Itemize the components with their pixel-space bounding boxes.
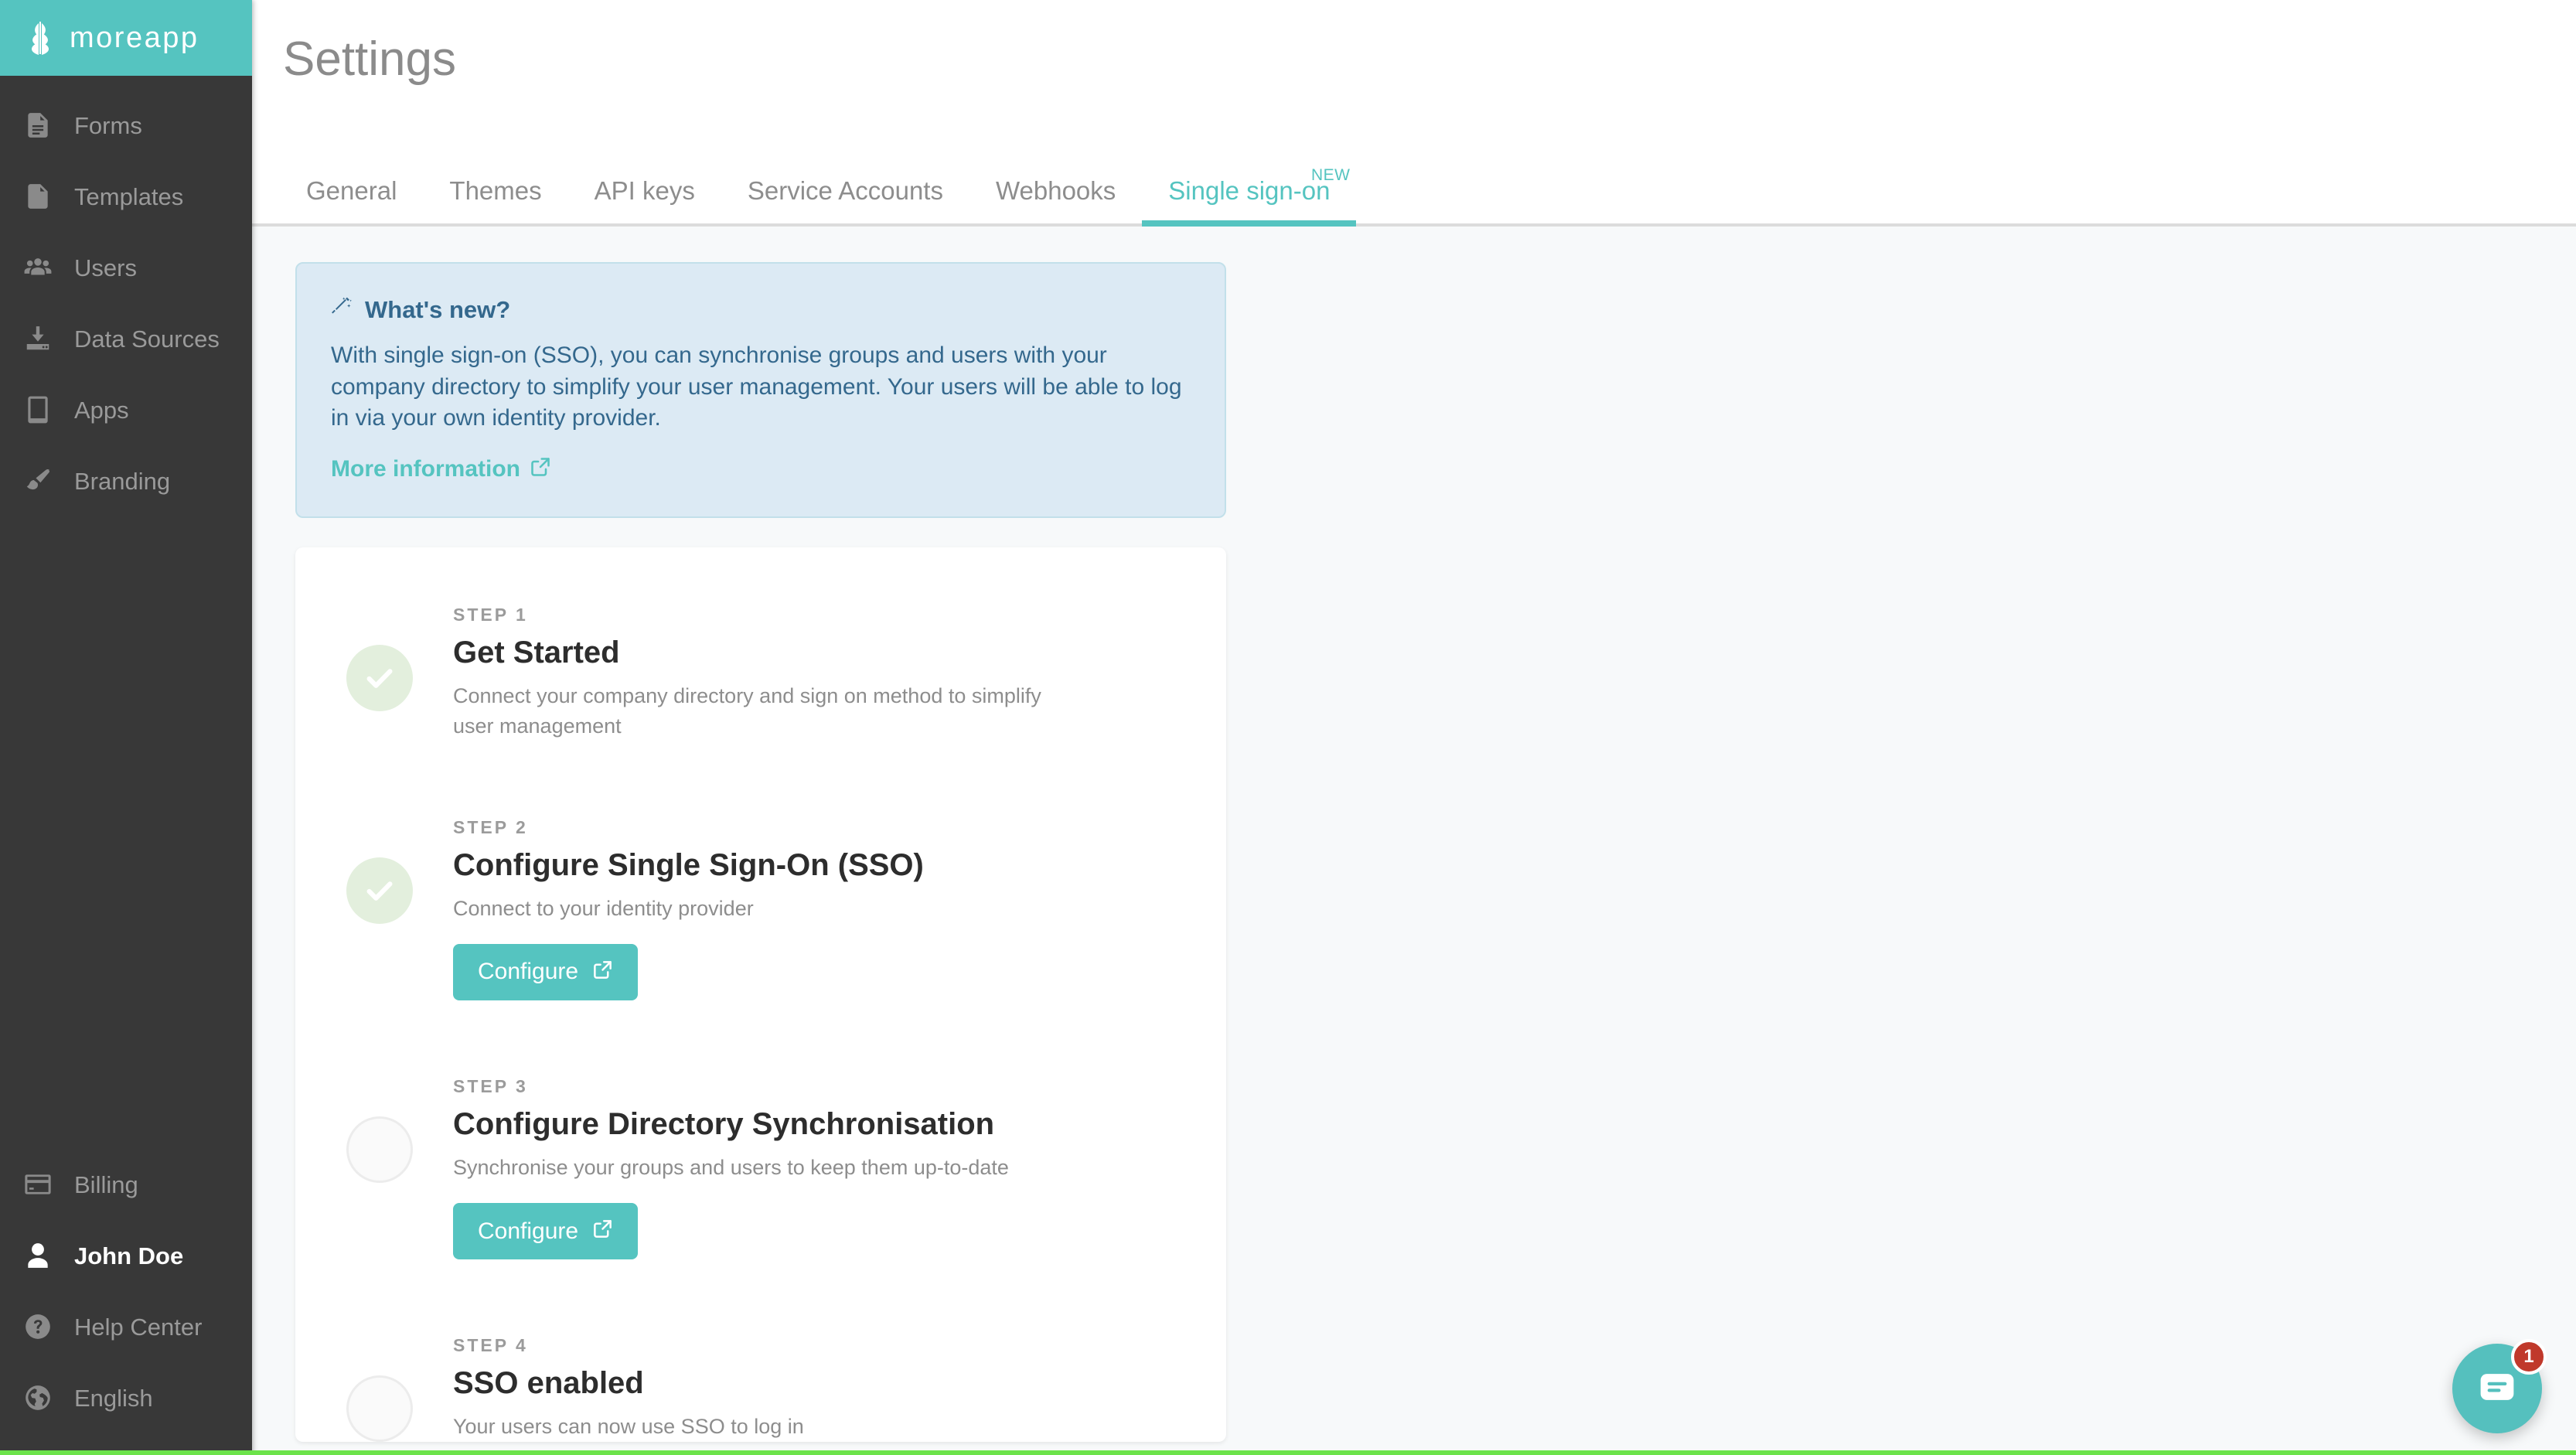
step-title: Configure Single Sign-On (SSO): [453, 847, 924, 882]
download-tray-icon: [22, 322, 54, 355]
sidebar-item-label: Data Sources: [74, 325, 220, 353]
sidebar-item-forms[interactable]: Forms: [0, 90, 252, 161]
step-description: Connect your company directory and sign …: [453, 683, 1041, 738]
globe-icon: [22, 1382, 54, 1414]
configure-sso-button[interactable]: Configure: [453, 943, 639, 1000]
tab-label: General: [306, 176, 397, 205]
magic-wand-icon: [331, 296, 354, 323]
step-description: Connect to your identity provider: [453, 896, 754, 920]
sidebar-item-john-doe[interactable]: John Doe: [0, 1220, 252, 1291]
tab-webhooks[interactable]: Webhooks: [969, 178, 1142, 223]
step-kicker: STEP 4: [453, 1335, 528, 1356]
sidebar-item-label: Billing: [74, 1170, 138, 1198]
chat-launcher-button[interactable]: 1: [2452, 1339, 2547, 1433]
sidebar-item-label: Help Center: [74, 1313, 203, 1341]
step-kicker: STEP 2: [453, 816, 528, 837]
tab-label: Service Accounts: [747, 176, 943, 205]
step-body: STEP 1 Get Started Connect your company …: [453, 605, 1072, 741]
sidebar-bottom-nav: Billing John Doe Help Center English: [0, 1149, 252, 1455]
step-description: Your users can now use SSO to log in: [453, 1415, 804, 1439]
tab-general[interactable]: General: [280, 178, 423, 223]
tab-label: Themes: [449, 176, 542, 205]
users-group-icon: [22, 251, 54, 284]
document-lines-icon: [22, 109, 54, 141]
sidebar-item-apps[interactable]: Apps: [0, 374, 252, 445]
sidebar-item-label: Apps: [74, 396, 129, 424]
step-kicker: STEP 3: [453, 1075, 528, 1096]
chat-bubble-icon: [2476, 1366, 2518, 1412]
whats-new-title: What's new?: [365, 296, 511, 323]
new-badge: NEW: [1310, 166, 1351, 184]
brand-header[interactable]: moreapp: [0, 0, 252, 76]
question-circle-icon: [22, 1310, 54, 1343]
sidebar-item-help-center[interactable]: Help Center: [0, 1291, 252, 1362]
tab-themes[interactable]: Themes: [423, 178, 567, 223]
step-description: Synchronise your groups and users to kee…: [453, 1155, 1009, 1179]
tab-label: Webhooks: [995, 176, 1116, 205]
step-title: Get Started: [453, 635, 620, 670]
settings-tab-bar: General Themes API keys Service Accounts…: [280, 167, 1357, 227]
more-information-label: More information: [331, 455, 520, 482]
chat-unread-badge: 1: [2511, 1339, 2547, 1375]
sidebar-item-billing[interactable]: Billing: [0, 1149, 252, 1220]
empty-circle-icon: [346, 1116, 413, 1183]
step-item: STEP 1 Get Started Connect your company …: [295, 605, 1226, 741]
credit-card-icon: [22, 1168, 54, 1201]
user-icon: [22, 1239, 54, 1272]
whats-new-banner: What's new? With single sign-on (SSO), y…: [295, 262, 1226, 518]
sidebar: moreapp Forms Templates Users Data Sourc…: [0, 0, 252, 1455]
page-title: Settings: [283, 32, 457, 86]
tab-single-sign-on[interactable]: Single sign-on NEW: [1142, 167, 1357, 227]
sidebar-item-label: Users: [74, 254, 137, 281]
leaf-icon: [23, 20, 57, 56]
sidebar-item-label: Forms: [74, 111, 142, 139]
page-header: Settings General Themes API keys Service…: [252, 0, 2576, 227]
step-item: STEP 4 SSO enabled Your users can now us…: [295, 1335, 1226, 1443]
sso-content: What's new? With single sign-on (SSO), y…: [252, 227, 2576, 1443]
whats-new-header: What's new?: [331, 296, 1191, 323]
sidebar-item-users[interactable]: Users: [0, 232, 252, 303]
configure-button-label: Configure: [478, 959, 579, 985]
step-body: STEP 2 Configure Single Sign-On (SSO) Co…: [453, 817, 924, 1000]
more-information-link[interactable]: More information: [331, 456, 551, 482]
sidebar-item-templates[interactable]: Templates: [0, 161, 252, 232]
external-link-icon: [592, 959, 613, 985]
empty-circle-icon: [346, 1375, 413, 1443]
page-load-progress-bar: [0, 1450, 2576, 1455]
external-link-icon: [530, 456, 551, 482]
whats-new-body: With single sign-on (SSO), you can synch…: [331, 342, 1182, 431]
step-body: STEP 3 Configure Directory Synchronisati…: [453, 1075, 1009, 1260]
sidebar-item-label: English: [74, 1384, 153, 1412]
brand-name: moreapp: [70, 22, 199, 54]
sidebar-item-label: John Doe: [74, 1242, 184, 1269]
step-kicker: STEP 1: [453, 604, 528, 625]
sidebar-primary-nav: Forms Templates Users Data Sources Apps: [0, 76, 252, 516]
sidebar-item-label: Templates: [74, 182, 184, 210]
document-blank-icon: [22, 180, 54, 213]
configure-directory-sync-button[interactable]: Configure: [453, 1203, 639, 1260]
step-body: STEP 4 SSO enabled Your users can now us…: [453, 1335, 804, 1442]
tab-api-keys[interactable]: API keys: [568, 178, 721, 223]
main-content-area: Settings General Themes API keys Service…: [252, 0, 2576, 1455]
tab-label: Single sign-on: [1168, 176, 1331, 205]
sidebar-item-data-sources[interactable]: Data Sources: [0, 303, 252, 374]
tablet-icon: [22, 394, 54, 426]
step-title: SSO enabled: [453, 1366, 644, 1401]
sso-steps-card: STEP 1 Get Started Connect your company …: [295, 547, 1226, 1443]
external-link-icon: [592, 1218, 613, 1244]
sidebar-item-language[interactable]: English: [0, 1362, 252, 1433]
check-icon: [346, 644, 413, 711]
step-item: STEP 3 Configure Directory Synchronisati…: [295, 1075, 1226, 1260]
tab-label: API keys: [594, 176, 695, 205]
step-title: Configure Directory Synchronisation: [453, 1106, 995, 1141]
tab-service-accounts[interactable]: Service Accounts: [721, 178, 969, 223]
paintbrush-icon: [22, 465, 54, 497]
configure-button-label: Configure: [478, 1218, 579, 1244]
sidebar-item-label: Branding: [74, 467, 171, 495]
step-item: STEP 2 Configure Single Sign-On (SSO) Co…: [295, 817, 1226, 1000]
sidebar-item-branding[interactable]: Branding: [0, 445, 252, 516]
check-icon: [346, 857, 413, 924]
